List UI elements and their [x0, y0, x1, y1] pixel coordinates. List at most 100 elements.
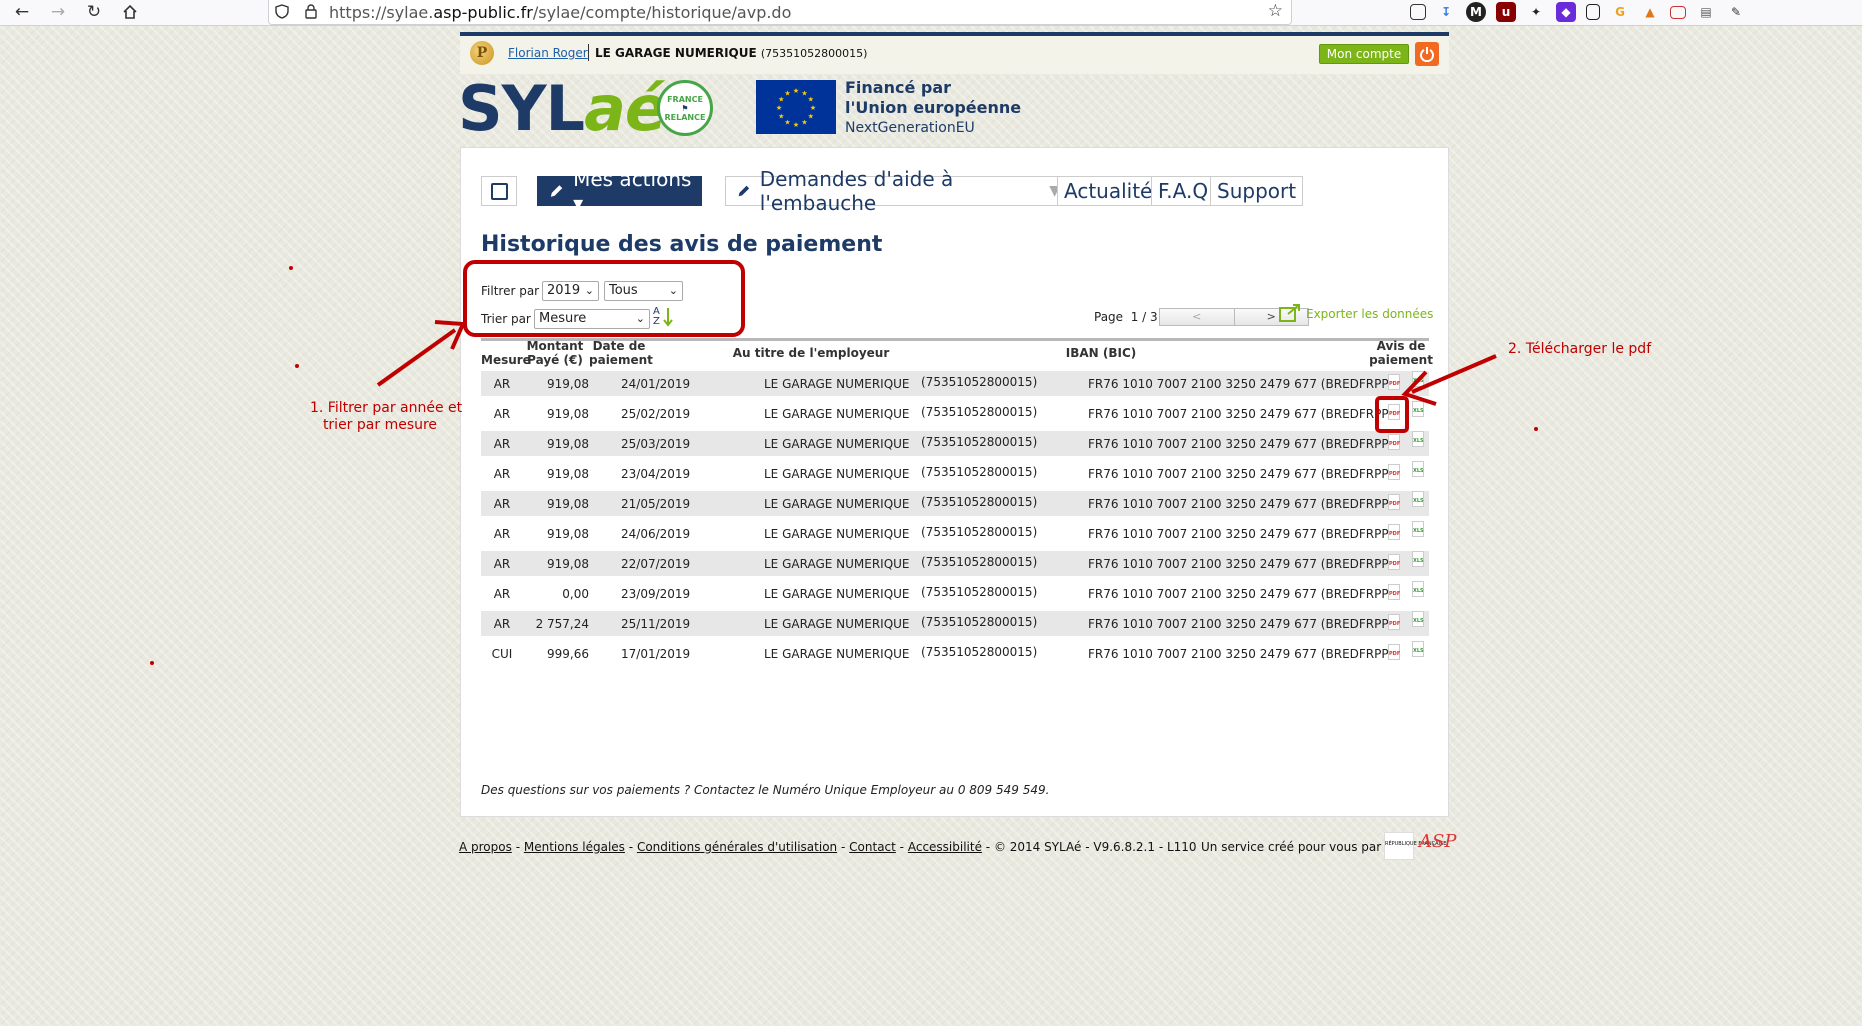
- cell-date: 21/05/2019: [621, 497, 691, 511]
- xls-download-icon[interactable]: XLS: [1412, 521, 1424, 537]
- footer-about-link[interactable]: A propos: [459, 840, 512, 854]
- extension-folder-icon[interactable]: ▤: [1696, 2, 1716, 22]
- xls-download-icon[interactable]: XLS: [1412, 431, 1424, 447]
- my-account-button[interactable]: Mon compte: [1319, 44, 1409, 64]
- pdf-download-icon[interactable]: PDF: [1388, 374, 1400, 390]
- sylae-logo[interactable]: SYLaé: [458, 72, 667, 145]
- footer-accessibility-link[interactable]: Accessibilité: [908, 840, 982, 854]
- xls-download-icon[interactable]: XLS: [1412, 371, 1424, 387]
- type-select[interactable]: Tous ⌄: [604, 281, 683, 301]
- col-header-avis-line1: Avis de: [1376, 339, 1426, 353]
- xls-download-icon[interactable]: XLS: [1412, 641, 1424, 657]
- export-data-link[interactable]: Exporter les données: [1306, 307, 1433, 321]
- lock-icon[interactable]: [305, 4, 317, 19]
- export-icon[interactable]: [1279, 303, 1301, 323]
- chevron-down-icon: ⌄: [635, 312, 645, 325]
- metamask-icon[interactable]: ▲: [1640, 2, 1660, 22]
- table-row: AR 919,08 21/05/2019 LE GARAGE NUMERIQUE (75…: [481, 491, 1429, 516]
- footer-legal-link[interactable]: Mentions légales: [524, 840, 625, 854]
- xls-download-icon[interactable]: XLS: [1412, 401, 1424, 417]
- pdf-download-icon[interactable]: PDF: [1388, 614, 1400, 630]
- menu-hiring-aid[interactable]: Demandes d'aide à l'embauche ▼: [725, 167, 1061, 215]
- forward-icon[interactable]: →: [44, 0, 72, 24]
- pencil-icon: [550, 185, 563, 197]
- url-text[interactable]: https://sylae.asp-public.fr/sylae/compte…: [329, 3, 791, 22]
- xls-download-icon[interactable]: XLS: [1412, 491, 1424, 507]
- footer-contact-link[interactable]: Contact: [849, 840, 896, 854]
- prev-page-button[interactable]: <: [1160, 309, 1235, 325]
- extension-window-icon[interactable]: [1670, 6, 1686, 19]
- annotation-arrow-1: [376, 328, 457, 387]
- extension-purple-icon[interactable]: ◆: [1556, 2, 1576, 22]
- cell-date: 23/09/2019: [621, 587, 691, 601]
- shield-icon[interactable]: [275, 4, 289, 19]
- pdf-download-icon[interactable]: PDF: [1388, 464, 1400, 480]
- pdf-download-icon[interactable]: PDF: [1388, 584, 1400, 600]
- table-row: AR 0,00 23/09/2019 LE GARAGE NUMERIQUE (7535…: [481, 581, 1429, 606]
- logo-part-sylae: SYL: [458, 72, 585, 145]
- extension-m-icon[interactable]: M: [1466, 2, 1486, 22]
- cell-date: 23/04/2019: [621, 467, 691, 481]
- notes-icon[interactable]: [1586, 4, 1600, 20]
- pocket-icon[interactable]: [1410, 4, 1426, 20]
- pdf-download-icon[interactable]: PDF: [1388, 494, 1400, 510]
- eu-star-icon: ★: [784, 119, 790, 127]
- eu-star-icon: ★: [793, 121, 799, 129]
- xls-download-icon[interactable]: XLS: [1412, 551, 1424, 567]
- url-bar[interactable]: https://sylae.asp-public.fr/sylae/compte…: [268, 0, 1292, 25]
- menu-faq[interactable]: F.A.Q: [1151, 176, 1216, 206]
- cell-iban: FR76 1010 7007 2100 3250 2479 677 (BREDF…: [1088, 407, 1394, 421]
- user-name-link[interactable]: Florian Roger: [508, 46, 588, 60]
- xls-download-icon[interactable]: XLS: [1412, 611, 1424, 627]
- browser-toolbar: ← → ↻ https://sylae.asp-public.fr/sylae/…: [0, 0, 1862, 26]
- extension-g-icon[interactable]: G: [1610, 2, 1630, 22]
- pdf-download-icon[interactable]: PDF: [1388, 524, 1400, 540]
- col-header-mesure[interactable]: Mesure: [481, 353, 531, 367]
- eyedropper-icon[interactable]: ✎: [1726, 2, 1746, 22]
- cell-montant: 919,08: [547, 437, 589, 451]
- cell-employer: LE GARAGE NUMERIQUE: [764, 527, 910, 541]
- pdf-download-icon[interactable]: PDF: [1388, 644, 1400, 660]
- col-header-iban[interactable]: IBAN (BIC): [1031, 346, 1171, 360]
- col-header-date-line1: Date de: [592, 339, 646, 353]
- pdf-download-icon[interactable]: PDF: [1388, 434, 1400, 450]
- republique-francaise-logo[interactable]: RÉPUBLIQUE FRANÇAISE: [1384, 832, 1446, 860]
- sort-select[interactable]: Mesure ⌄: [534, 309, 650, 329]
- col-header-avis-line2: paiement: [1369, 353, 1433, 367]
- xls-download-icon[interactable]: XLS: [1412, 581, 1424, 597]
- extension-bird-icon[interactable]: ✦: [1526, 2, 1546, 22]
- reload-icon[interactable]: ↻: [80, 0, 108, 24]
- cell-montant: 919,08: [547, 557, 589, 571]
- footer-separator: -: [840, 840, 846, 854]
- pdf-download-icon[interactable]: PDF: [1388, 404, 1400, 420]
- ublock-icon[interactable]: u: [1496, 2, 1516, 22]
- cell-iban: FR76 1010 7007 2100 3250 2479 677 (BREDF…: [1088, 587, 1394, 601]
- page-footer: A propos - Mentions légales - Conditions…: [459, 831, 1456, 860]
- bookmark-star-icon[interactable]: ☆: [1268, 1, 1283, 21]
- annotation-dot: [295, 364, 299, 368]
- year-select[interactable]: 2019 ⌄: [542, 281, 599, 301]
- table-row: AR 2 757,24 25/11/2019 LE GARAGE NUMERIQUE (…: [481, 611, 1429, 636]
- download-icon[interactable]: ↧: [1436, 2, 1456, 22]
- home-icon[interactable]: [116, 0, 144, 24]
- col-header-date-line2: paiement: [589, 353, 653, 367]
- sort-az-icon[interactable]: AZ: [653, 307, 675, 331]
- cell-iban: FR76 1010 7007 2100 3250 2479 677 (BREDF…: [1088, 557, 1394, 571]
- cell-mesure: AR: [493, 467, 511, 481]
- col-header-avis[interactable]: Avis de paiement: [1366, 339, 1436, 367]
- pdf-download-icon[interactable]: PDF: [1388, 554, 1400, 570]
- logout-button[interactable]: [1415, 42, 1439, 66]
- xls-download-icon[interactable]: XLS: [1412, 461, 1424, 477]
- menu-my-actions[interactable]: Mes actions ▾: [537, 167, 702, 215]
- back-icon[interactable]: ←: [8, 0, 36, 24]
- col-header-date[interactable]: Date de paiement: [589, 339, 653, 367]
- main-panel: Mes actions ▾ Demandes d'aide à l'embauc…: [460, 147, 1449, 817]
- menu-support[interactable]: Support: [1210, 176, 1304, 206]
- asp-logo[interactable]: ASP: [1419, 831, 1456, 852]
- col-header-employer[interactable]: Au titre de l'employeur: [711, 346, 911, 360]
- col-header-montant[interactable]: Montant Payé (€): [525, 339, 585, 367]
- footer-terms-link[interactable]: Conditions générales d'utilisation: [637, 840, 837, 854]
- cell-siret: (75351052800015): [921, 465, 1038, 479]
- menu-select-button[interactable]: [481, 176, 517, 206]
- type-select-value: Tous: [609, 283, 638, 298]
